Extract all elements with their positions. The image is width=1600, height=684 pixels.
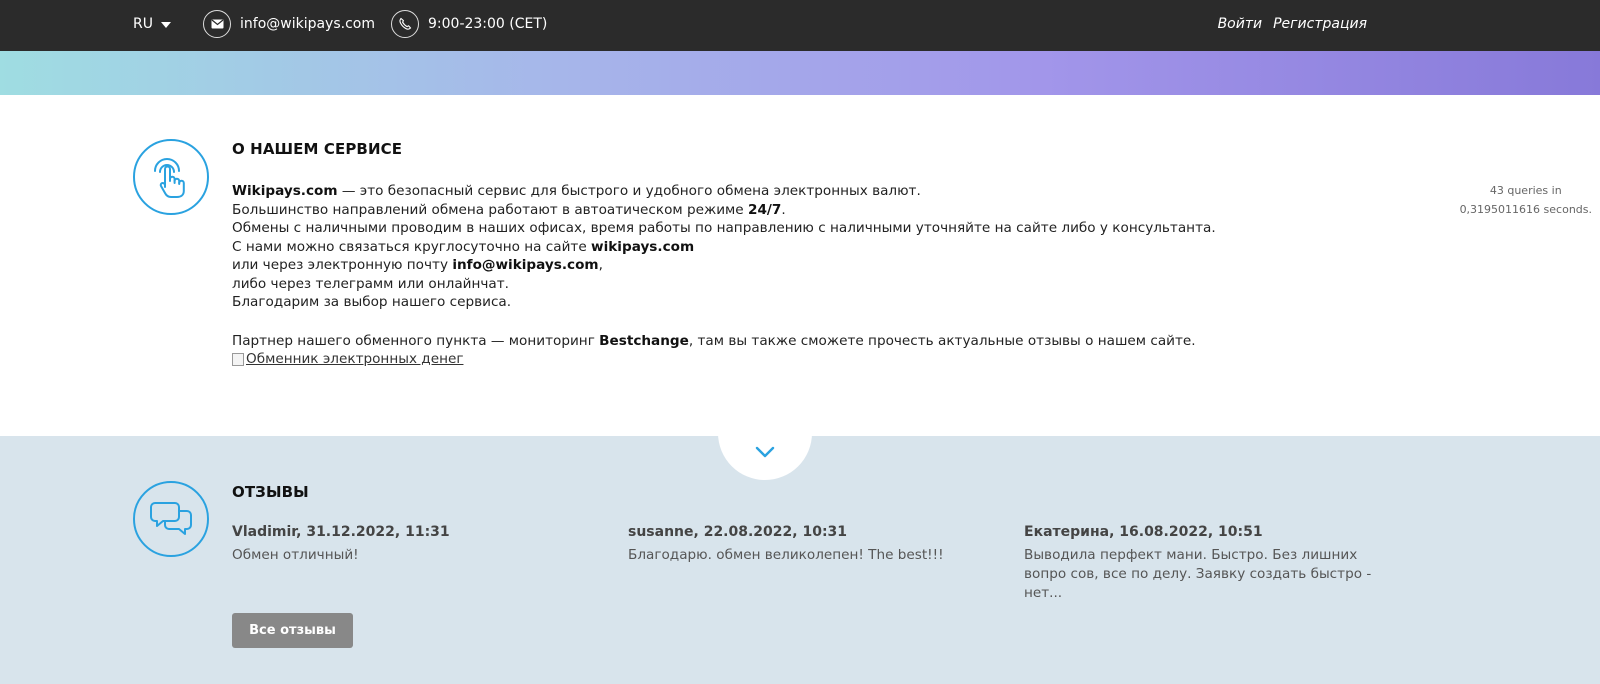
scroll-down-button[interactable] [718, 386, 812, 480]
language-label: RU [133, 16, 153, 32]
about-line-3: Обмены с наличными проводим в наших офис… [232, 220, 1216, 236]
broken-image-icon [232, 352, 244, 366]
availability: 24/7 [747, 201, 782, 218]
review-item: susanne, 22.08.2022, 10:31 Благодарю. об… [628, 524, 998, 565]
partner-banner-link[interactable]: Обменник электронных денег [232, 350, 1216, 371]
query-count: 43 queries in [1489, 184, 1562, 197]
about-line-5-text: или через электронную почту [232, 257, 453, 273]
brand-name: Wikipays.com [232, 183, 338, 199]
review-author: susanne, 22.08.2022, 10:31 [628, 524, 848, 540]
about-line-4-text: С нами можно связаться круглосуточно на … [232, 238, 592, 255]
phone-icon [391, 10, 419, 38]
review-item: Vladimir, 31.12.2022, 11:31 Обмен отличн… [232, 524, 602, 565]
caret-down-icon [160, 21, 171, 28]
work-hours: 9:00-23:00 (CET) [428, 16, 548, 32]
about-title: О НАШЕМ СЕРВИСЕ [232, 140, 403, 158]
review-text: Обмен отличный! [232, 547, 359, 563]
partner-line: Партнер нашего обменного пункта — монито… [232, 332, 1216, 351]
review-author: Екатерина, 16.08.2022, 10:51 [1024, 524, 1263, 540]
query-stats: 43 queries in 0,3195011616 seconds. [1460, 181, 1592, 219]
touch-hand-icon [133, 139, 209, 215]
all-reviews-button[interactable]: Все отзывы [232, 613, 353, 648]
about-line-2: Большинство направлений обмена работают … [232, 201, 1216, 220]
language-selector[interactable]: RU [133, 16, 171, 32]
email-contact[interactable]: info@wikipays.com [203, 10, 375, 38]
gradient-banner [0, 51, 1600, 95]
chevron-down-icon [755, 446, 775, 458]
about-line-1: Wikipays.com — это безопасный сервис для… [232, 182, 1216, 201]
review-item: Екатерина, 16.08.2022, 10:51 Выводила пе… [1024, 524, 1394, 603]
top-bar: RU info@wikipays.com 9:00-23:00 (CET) Во… [0, 0, 1600, 51]
envelope-icon [203, 10, 231, 38]
partner-text: Партнер нашего обменного пункта — монито… [232, 332, 600, 349]
about-line-6: либо через телеграмм или онлайнчат. [232, 275, 509, 292]
partner-text-end: , там вы также сможете прочесть актуальн… [688, 332, 1196, 349]
speech-bubbles-icon [133, 481, 209, 557]
partner-name: Bestchange [599, 332, 689, 349]
review-author: Vladimir, 31.12.2022, 11:31 [232, 524, 450, 540]
register-link[interactable]: Регистрация [1273, 16, 1367, 32]
reviews-title: ОТЗЫВЫ [232, 483, 309, 501]
review-text: Выводила перфект мани. Быстро. Без лишни… [1024, 547, 1372, 601]
about-line-1-text: — это безопасный сервис для быстрого и у… [337, 183, 921, 199]
login-link[interactable]: Войти [1218, 16, 1263, 32]
email-bold: info@wikipays.com [452, 257, 599, 273]
reviews-section: ОТЗЫВЫ Vladimir, 31.12.2022, 11:31 Обмен… [0, 386, 1600, 684]
email-link[interactable]: info@wikipays.com [240, 16, 375, 32]
about-line-5-end: , [598, 257, 603, 273]
about-line-2-end: . [781, 201, 786, 218]
query-time: 0,3195011616 seconds. [1459, 203, 1592, 216]
review-text: Благодарю. обмен великолепен! The best!!… [628, 547, 944, 563]
hours-contact: 9:00-23:00 (CET) [391, 10, 547, 38]
about-line-5: или через электронную почту info@wikipay… [232, 256, 1216, 275]
site-name: wikipays.com [591, 238, 695, 255]
about-line-4: С нами можно связаться круглосуточно на … [232, 238, 1216, 257]
about-description: Wikipays.com — это безопасный сервис для… [232, 182, 1216, 371]
about-line-2-text: Большинство направлений обмена работают … [232, 201, 748, 218]
auth-links: Войти Регистрация [1218, 16, 1367, 32]
about-section: О НАШЕМ СЕРВИСЕ Wikipays.com — это безоп… [0, 95, 1600, 436]
partner-image-alt: Обменник электронных денег [246, 351, 464, 367]
about-line-7: Благодарим за выбор нашего сервиса. [232, 294, 512, 310]
